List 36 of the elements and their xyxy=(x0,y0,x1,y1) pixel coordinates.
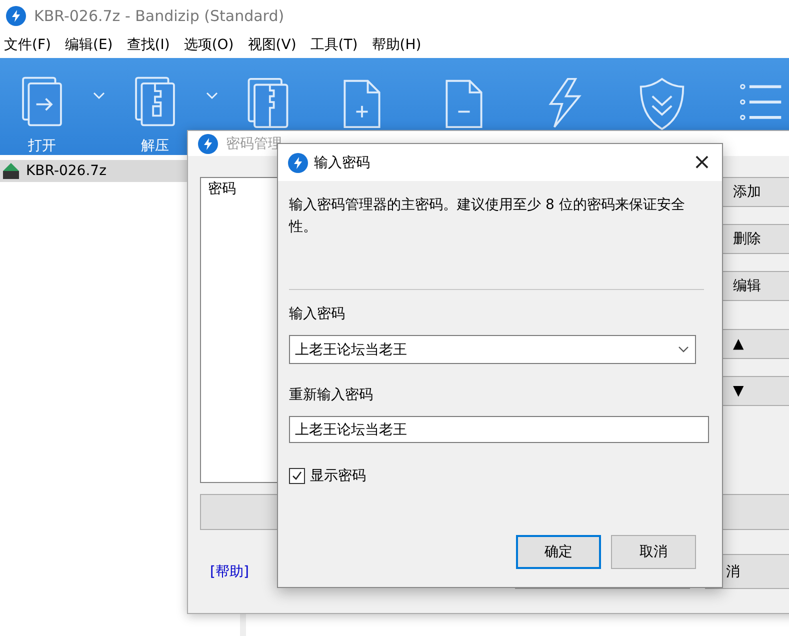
file-name: KBR-026.7z xyxy=(26,163,106,179)
menu-item[interactable]: 视图(V) xyxy=(248,36,296,54)
menu-item[interactable]: 查找(I) xyxy=(126,36,170,54)
list-header: 密码 xyxy=(208,181,236,197)
check-icon xyxy=(291,470,303,482)
toolbar-label[interactable]: 解压 xyxy=(141,137,169,155)
side-button[interactable]: ▲ xyxy=(720,329,789,359)
menu-item[interactable]: 选项(O) xyxy=(184,36,234,54)
side-button[interactable]: 编辑 xyxy=(720,271,789,301)
side-button[interactable]: 删除 xyxy=(720,224,789,254)
app-icon xyxy=(6,6,26,26)
app-icon xyxy=(198,134,218,154)
menu-item[interactable]: 工具(T) xyxy=(310,36,358,54)
side-button[interactable]: 添加 xyxy=(720,177,789,207)
checkbox[interactable] xyxy=(289,468,305,484)
checkbox-label[interactable]: 显示密码 xyxy=(310,467,366,485)
toolbar-label[interactable]: 打开 xyxy=(28,137,56,155)
side-button[interactable]: ▼ xyxy=(720,376,789,406)
menu-item[interactable]: 编辑(E) xyxy=(64,36,113,54)
dialog-button[interactable]: 确定 xyxy=(516,535,601,569)
caret-icon xyxy=(678,346,689,353)
input-field[interactable]: 上老王论坛当老王 xyxy=(289,416,709,443)
menu-item[interactable]: 帮助(H) xyxy=(372,36,422,54)
dialog-title: 输入密码 xyxy=(314,154,371,172)
caret-icon[interactable] xyxy=(92,92,104,100)
app-icon xyxy=(288,152,308,172)
menu-item[interactable]: 文件(F) xyxy=(4,36,51,54)
close-button[interactable]: × xyxy=(682,144,722,181)
description: 输入密码管理器的主密码。建议使用至少 8 位的密码来保证安全性。 xyxy=(289,196,686,237)
window-title: KBR-026.7z - Bandizip (Standard) xyxy=(34,7,284,25)
archive-icon xyxy=(2,162,20,180)
field-label: 重新输入密码 xyxy=(289,386,374,404)
password-combobox[interactable]: 上老王论坛当老王 xyxy=(289,335,696,364)
field-label: 输入密码 xyxy=(289,305,346,323)
dialog-button[interactable]: 取消 xyxy=(611,535,696,569)
caret-icon[interactable] xyxy=(206,92,218,100)
